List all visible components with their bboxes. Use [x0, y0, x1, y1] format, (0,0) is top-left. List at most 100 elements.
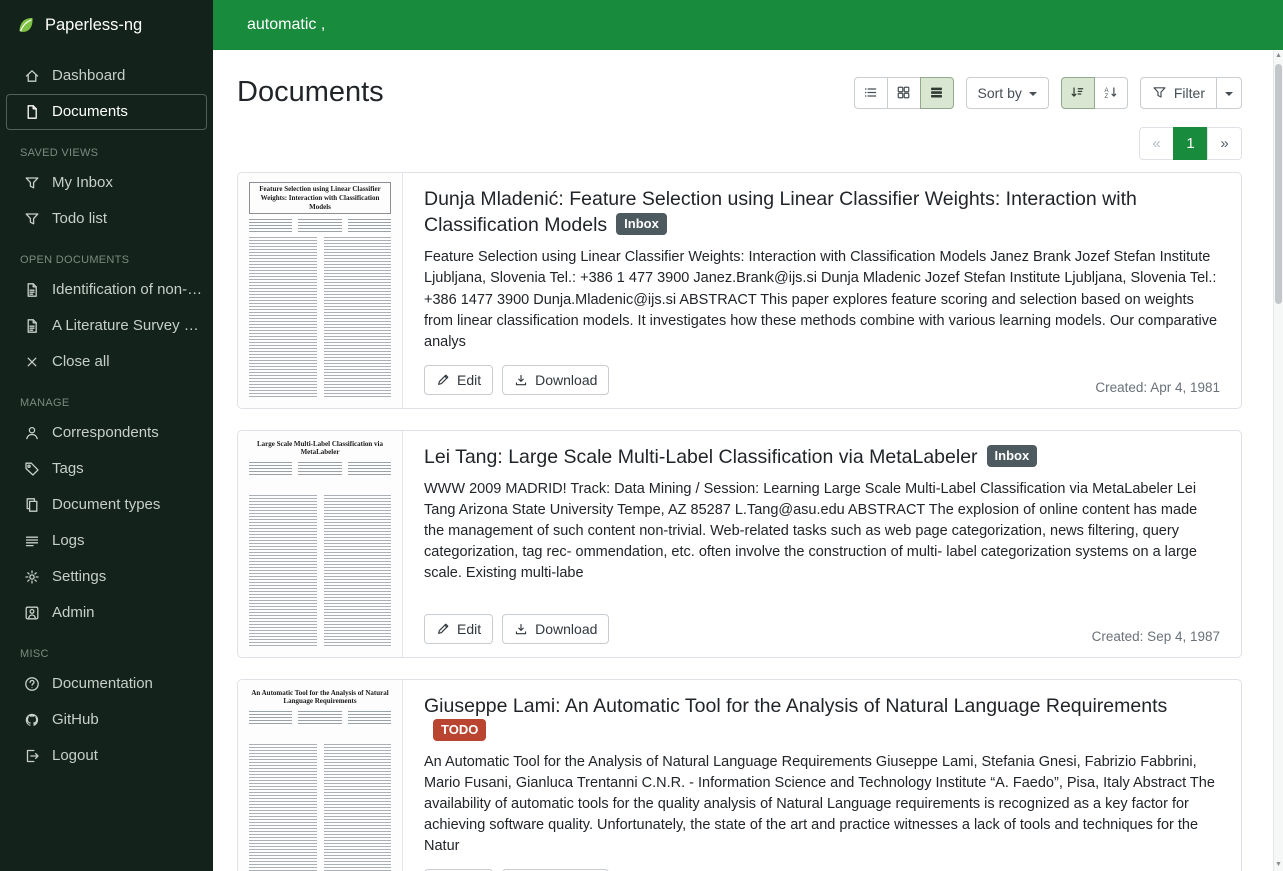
scrollbar-up-arrow[interactable]: ▲	[1274, 50, 1283, 62]
page-header: Documents Sort by AZ	[237, 76, 1242, 109]
document-title-link[interactable]: Lei Tang: Large Scale Multi-Label Classi…	[424, 446, 978, 468]
scrollbar-thumb[interactable]	[1275, 64, 1282, 304]
scrollbar-down-arrow[interactable]: ▼	[1274, 859, 1283, 871]
sidebar-item-label: Todo list	[52, 209, 107, 229]
file-text-icon	[24, 318, 40, 334]
download-button-label: Download	[535, 372, 597, 388]
view-controls: Sort by AZ Filter	[854, 77, 1242, 109]
tag-badge-todo[interactable]: TODO	[433, 719, 486, 741]
list-view-button[interactable]	[854, 77, 888, 109]
download-icon	[514, 622, 528, 636]
app-brand[interactable]: Paperless-ng	[0, 0, 213, 50]
filter-split-button: Filter	[1140, 77, 1242, 109]
sidebar-item-label: Correspondents	[52, 423, 159, 443]
thumbnail-text-columns	[249, 237, 391, 399]
sidebar-section-title-open-documents: OPEN DOCUMENTS	[0, 254, 213, 272]
sidebar-item-settings[interactable]: Settings	[0, 559, 213, 595]
sidebar-item-a-literature-survey-on[interactable]: A Literature Survey on ...	[0, 308, 213, 344]
person-square-icon	[24, 605, 40, 621]
x-icon	[24, 354, 40, 370]
scrollbar[interactable]: ▲ ▼	[1273, 50, 1283, 871]
sidebar-item-dashboard[interactable]: Dashboard	[0, 58, 213, 94]
pagination-next[interactable]: »	[1207, 127, 1242, 160]
thumbnail-title-text: Feature Selection using Linear Classifie…	[249, 182, 391, 214]
grid-view-button[interactable]	[887, 77, 921, 109]
edit-button-label: Edit	[457, 621, 481, 637]
files-icon	[24, 497, 40, 513]
edit-button[interactable]: Edit	[424, 614, 493, 644]
paperless-leaf-icon	[16, 15, 36, 35]
content: Documents Sort by AZ	[213, 50, 1283, 871]
funnel-icon	[24, 211, 40, 227]
document-card-1: Feature Selection using Linear Classifie…	[237, 172, 1242, 409]
sidebar-section-misc: Documentation GitHubLogout	[0, 666, 213, 774]
caret-down-icon	[1225, 92, 1233, 96]
app-root: Paperless-ng DashboardDocuments SAVED VI…	[0, 0, 1283, 871]
sidebar-item-label: Tags	[52, 459, 84, 479]
sidebar-item-logs[interactable]: Logs	[0, 523, 213, 559]
detail-view-button[interactable]	[920, 77, 954, 109]
sidebar-item-label: Close all	[52, 352, 110, 372]
document-title-link[interactable]: Dunja Mladenić: Feature Selection using …	[424, 188, 1137, 236]
sidebar-item-my-inbox[interactable]: My Inbox	[0, 165, 213, 201]
sidebar-item-label: A Literature Survey on ...	[52, 316, 203, 336]
document-card-body: Lei Tang: Large Scale Multi-Label Classi…	[403, 431, 1241, 657]
thumbnail-author-block	[249, 219, 391, 232]
edit-button[interactable]: Edit	[424, 365, 493, 395]
tag-badge-inbox[interactable]: Inbox	[616, 213, 667, 235]
funnel-icon	[1152, 85, 1167, 100]
sidebar-item-github[interactable]: GitHub	[0, 702, 213, 738]
question-icon	[24, 676, 40, 692]
pagination-page-1[interactable]: 1	[1173, 127, 1208, 160]
download-button[interactable]: Download	[502, 365, 609, 395]
sidebar-item-admin[interactable]: Admin	[0, 595, 213, 631]
sidebar-item-label: Documents	[52, 102, 128, 122]
thumbnail-text-columns	[249, 495, 391, 648]
pagination: « 1 »	[237, 127, 1242, 160]
sidebar-item-documentation[interactable]: Documentation	[0, 666, 213, 702]
sort-alpha-button[interactable]: AZ	[1094, 77, 1128, 109]
sidebar-item-documents[interactable]: Documents	[6, 94, 207, 130]
download-button[interactable]: Download	[502, 614, 609, 644]
svg-text:Z: Z	[1105, 94, 1109, 100]
sidebar-nav: DashboardDocuments SAVED VIEWSMy InboxTo…	[0, 58, 213, 774]
pagination-prev[interactable]: «	[1139, 127, 1174, 160]
sidebar-item-document-types[interactable]: Document types	[0, 487, 213, 523]
download-button-label: Download	[535, 621, 597, 637]
tag-badge-inbox[interactable]: Inbox	[987, 445, 1038, 467]
sidebar-section-title-misc: MISC	[0, 648, 213, 666]
document-card-3: An Automatic Tool for the Analysis of Na…	[237, 679, 1242, 871]
page-title: Documents	[237, 76, 384, 109]
document-title-row: Giuseppe Lami: An Automatic Tool for the…	[424, 694, 1220, 744]
edit-button-label: Edit	[457, 372, 481, 388]
thumbnail-page-preview: Large Scale Multi-Label Classification v…	[238, 431, 402, 657]
document-excerpt: Feature Selection using Linear Classifie…	[424, 247, 1220, 352]
document-card-footer: Edit Download	[424, 857, 1220, 871]
sidebar-item-logout[interactable]: Logout	[0, 738, 213, 774]
document-card-footer: Edit Download Created: Apr 4, 1981	[424, 353, 1220, 395]
document-card-footer: Edit Download Created: Sep 4, 1987	[424, 602, 1220, 644]
sidebar-item-tags[interactable]: Tags	[0, 451, 213, 487]
sidebar-item-label: Documentation	[52, 674, 153, 694]
document-card-body: Dunja Mladenić: Feature Selection using …	[403, 173, 1241, 408]
thumbnail-page-preview: Feature Selection using Linear Classifie…	[238, 173, 402, 408]
sidebar-item-correspondents[interactable]: Correspondents	[0, 415, 213, 451]
document-thumbnail[interactable]: Large Scale Multi-Label Classification v…	[238, 431, 403, 657]
download-icon	[514, 373, 528, 387]
sort-by-dropdown[interactable]: Sort by	[966, 77, 1049, 109]
sidebar-item-close-all[interactable]: Close all	[0, 344, 213, 380]
document-thumbnail[interactable]: Feature Selection using Linear Classifie…	[238, 173, 403, 408]
document-thumbnail[interactable]: An Automatic Tool for the Analysis of Na…	[238, 680, 403, 871]
document-excerpt: WWW 2009 MADRID! Track: Data Mining / Se…	[424, 479, 1220, 584]
sort-descending-button[interactable]	[1061, 77, 1095, 109]
sidebar-item-todo-list[interactable]: Todo list	[0, 201, 213, 237]
thumbnail-title-text: An Automatic Tool for the Analysis of Na…	[249, 689, 391, 707]
sidebar-item-identification-of-non-fu[interactable]: Identification of non-fu...	[0, 272, 213, 308]
search-input[interactable]	[245, 15, 1259, 35]
created-date: Created: Sep 4, 1987	[1092, 629, 1220, 644]
filter-dropdown-toggle[interactable]	[1216, 77, 1242, 109]
document-title-link[interactable]: Giuseppe Lami: An Automatic Tool for the…	[424, 695, 1167, 717]
house-icon	[24, 68, 40, 84]
filter-button[interactable]: Filter	[1140, 77, 1217, 109]
document-card-2: Large Scale Multi-Label Classification v…	[237, 430, 1242, 658]
